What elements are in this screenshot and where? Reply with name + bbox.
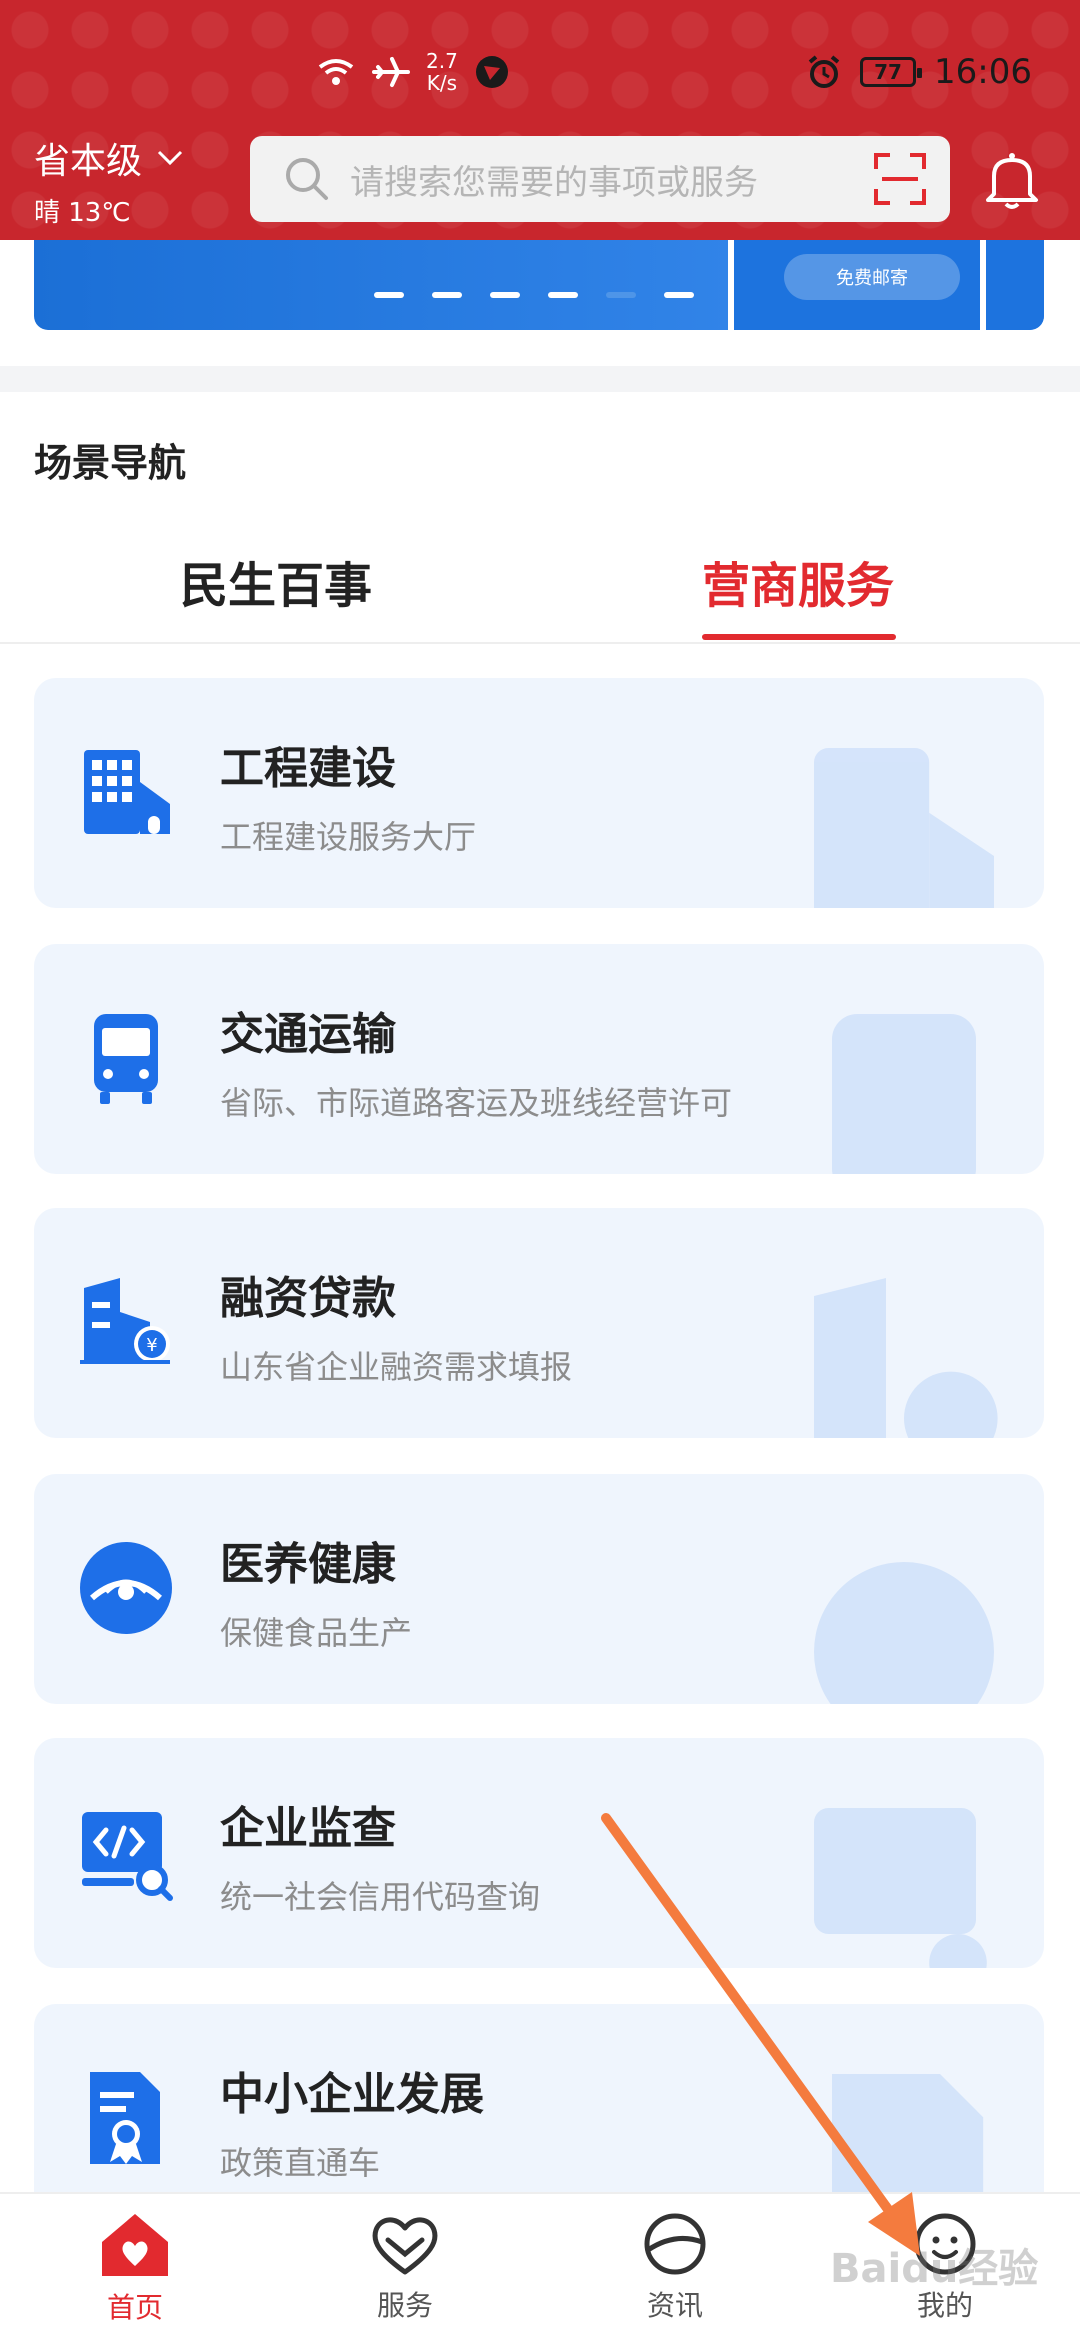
card-title: 医养健康 (220, 1539, 396, 1590)
banner-side-panel: 免费邮寄 (728, 240, 1044, 330)
active-tab-indicator (702, 634, 896, 640)
planet-icon (644, 2213, 706, 2275)
card-title: 中小企业发展 (220, 2069, 484, 2120)
svg-text:¥: ¥ (146, 1335, 157, 1356)
card-title: 工程建设 (220, 743, 396, 794)
tab-business-services[interactable]: 营商服务 (702, 546, 894, 616)
finance-building-icon: ¥ (80, 1278, 170, 1364)
nav-label-services: 服务 (376, 2289, 433, 2322)
certificate-icon (90, 2072, 160, 2164)
network-speed: 2.7 K/s (426, 50, 458, 94)
card-subtitle: 工程建设服务大厅 (220, 818, 477, 856)
card-subtitle: 山东省企业融资需求填报 (220, 1348, 573, 1386)
tab-livelihood[interactable]: 民生百事 (180, 546, 372, 616)
nav-home[interactable]: 首页 (0, 2194, 270, 2340)
app-notification-icon (475, 56, 508, 88)
nav-label-news: 资讯 (646, 2289, 703, 2322)
building-icon (84, 750, 170, 834)
card-title: 企业监查 (220, 1803, 396, 1854)
code-watermark-icon (814, 1808, 987, 1968)
wifi-icon (318, 59, 354, 85)
section-separator (0, 366, 1080, 392)
card-engineering-construction[interactable]: 工程建设 工程建设服务大厅 (34, 678, 1044, 908)
search-input[interactable]: 请搜索您需要的事项或服务 (250, 136, 950, 222)
pagination-dot (548, 292, 578, 298)
weather-info: 晴 13℃ (34, 198, 131, 228)
app-header: 2.7 K/s 77 16:06 省本级 晴 13℃ 请搜索您需要的事项或服务 (0, 0, 1080, 240)
health-icon (80, 1542, 172, 1634)
pagination-dot (432, 292, 462, 298)
nav-services[interactable]: 服务 (270, 2194, 540, 2340)
banner-divider (980, 240, 986, 330)
chevron-down-icon (157, 150, 183, 166)
location-selector[interactable]: 省本级 晴 13℃ (34, 132, 184, 229)
search-placeholder: 请搜索您需要的事项或服务 (350, 162, 758, 203)
card-subtitle: 保健食品生产 (220, 1614, 413, 1652)
pagination-dot (374, 292, 404, 298)
card-transportation[interactable]: 交通运输 省际、市际道路客运及班线经营许可 (34, 944, 1044, 1174)
alarm-icon (808, 55, 840, 88)
airplane-icon (372, 57, 410, 87)
card-subtitle: 统一社会信用代码查询 (220, 1878, 541, 1916)
card-title: 交通运输 (220, 1009, 396, 1060)
code-search-icon (82, 1812, 173, 1901)
scene-nav-title: 场景导航 (34, 441, 187, 485)
banner-pagination (374, 292, 694, 298)
bell-icon[interactable] (984, 150, 1040, 212)
nav-news[interactable]: 资讯 (540, 2194, 810, 2340)
net-speed-value: 2.7 (426, 49, 458, 73)
card-health-care[interactable]: 医养健康 保健食品生产 (34, 1474, 1044, 1704)
card-enterprise-inspection[interactable]: 企业监查 统一社会信用代码查询 (34, 1738, 1044, 1968)
card-subtitle: 省际、市际道路客运及班线经营许可 (220, 1084, 733, 1122)
card-title: 融资贷款 (220, 1273, 396, 1324)
health-watermark-icon (814, 1562, 994, 1704)
baidu-watermark: Baidu经验 (830, 2246, 1039, 2292)
clock: 16:06 (934, 52, 1032, 92)
status-bar: 2.7 K/s 77 16:06 (0, 0, 1080, 110)
building-watermark-icon (814, 748, 994, 908)
nav-label-home: 首页 (106, 2291, 163, 2324)
search-icon (286, 158, 328, 200)
pagination-dot (664, 292, 694, 298)
status-icons-right: 77 16:06 (806, 52, 1032, 92)
tabs-divider (0, 642, 1080, 644)
pagination-dot (490, 292, 520, 298)
finance-watermark-icon (814, 1278, 998, 1438)
pagination-dot-active (606, 292, 636, 298)
scan-icon[interactable] (872, 151, 928, 207)
status-icons-center: 2.7 K/s (316, 50, 510, 94)
banner-pill-mail: 免费邮寄 (784, 254, 960, 300)
home-icon (102, 2214, 168, 2276)
net-speed-unit: K/s (426, 71, 458, 95)
heart-icon (372, 2217, 438, 2275)
card-subtitle: 政策直通车 (220, 2144, 381, 2182)
location-name: 省本级 (34, 141, 143, 182)
battery-indicator: 77 (860, 57, 923, 87)
card-financing-loans[interactable]: ¥ 融资贷款 山东省企业融资需求填报 (34, 1208, 1044, 1438)
bus-icon (94, 1014, 158, 1104)
promo-banner[interactable]: 免费邮寄 (34, 240, 1044, 330)
bus-watermark-icon (832, 1014, 976, 1174)
